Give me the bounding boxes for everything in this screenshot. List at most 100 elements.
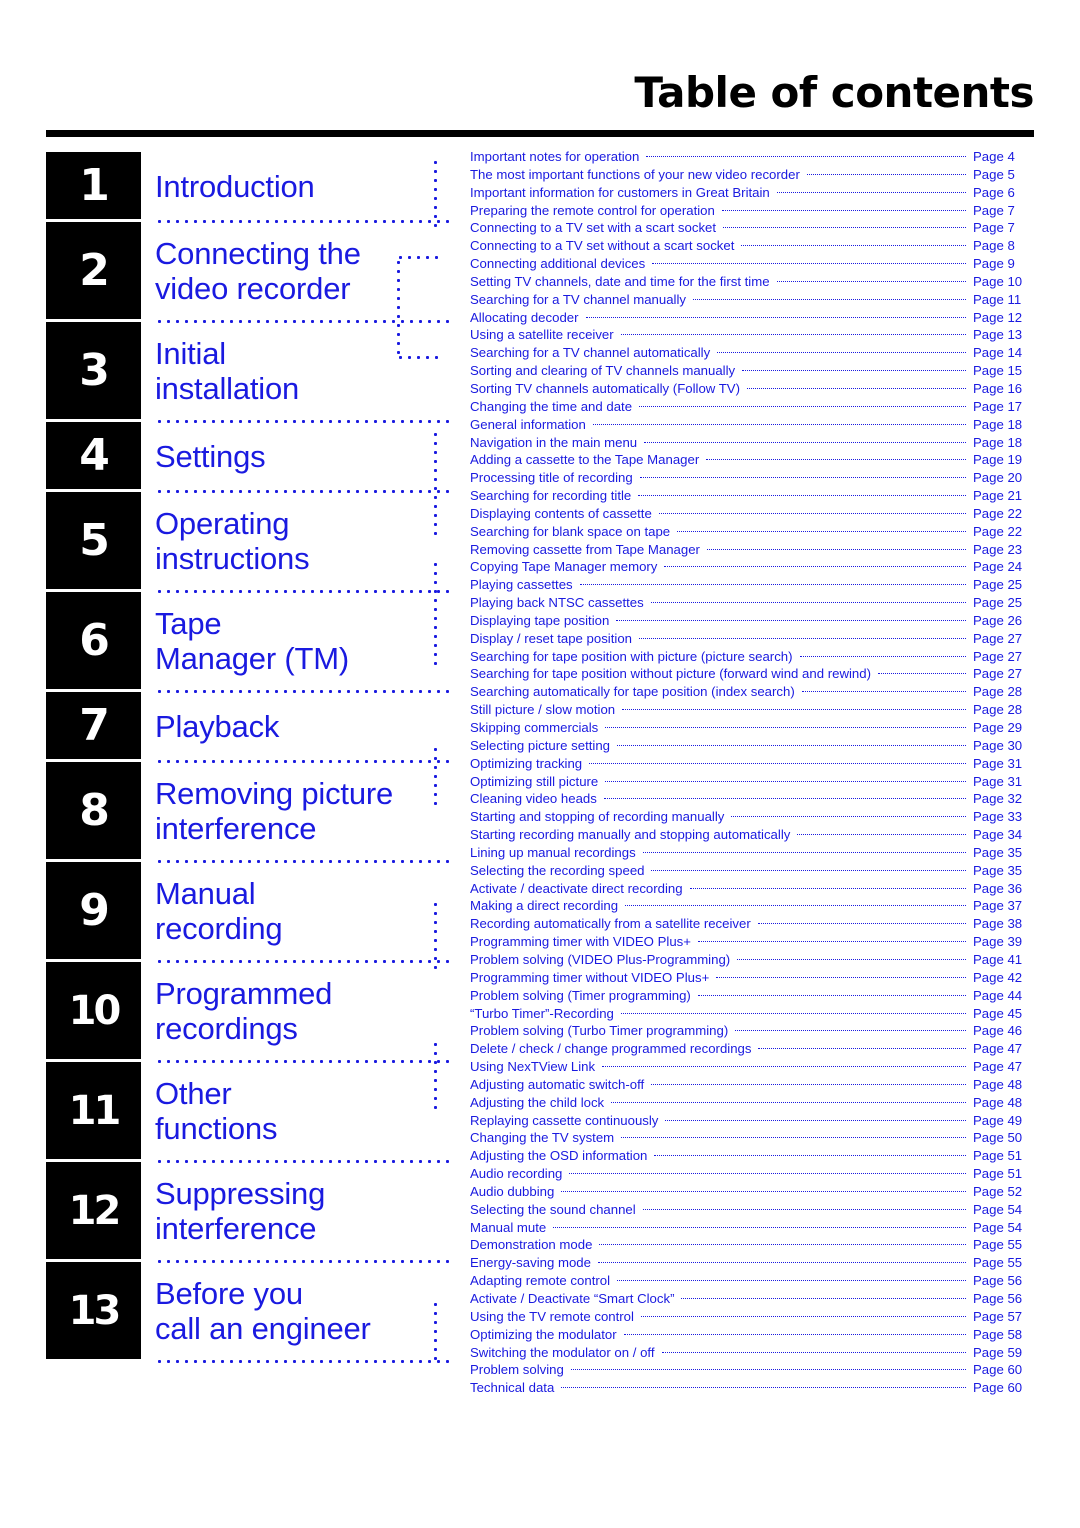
toc-entry[interactable]: Problem solving (Turbo Timer programming… bbox=[470, 1022, 1035, 1040]
toc-entry[interactable]: Using the TV remote control Page 57 bbox=[470, 1308, 1035, 1326]
chapter-item-3[interactable]: 3 Initial installation bbox=[46, 322, 455, 424]
toc-entry[interactable]: Using a satellite receiver Page 13 bbox=[470, 326, 1035, 344]
toc-entry[interactable]: Searching for a TV channel manually Page … bbox=[470, 291, 1035, 309]
toc-entry[interactable]: Energy-saving mode Page 55 bbox=[470, 1254, 1035, 1272]
toc-entry[interactable]: General information Page 18 bbox=[470, 416, 1035, 434]
toc-entry[interactable]: Problem solving Page 60 bbox=[470, 1361, 1035, 1379]
toc-dot-leader bbox=[650, 602, 966, 604]
toc-entry[interactable]: Cleaning video heads Page 32 bbox=[470, 790, 1035, 808]
toc-entry[interactable]: Copying Tape Manager memory Page 24 bbox=[470, 558, 1035, 576]
chapter-item-4[interactable]: 4 Settings bbox=[46, 422, 455, 494]
toc-entry-label: Displaying contents of cassette bbox=[470, 505, 652, 521]
toc-entry[interactable]: Recording automatically from a satellite… bbox=[470, 915, 1035, 933]
toc-entry[interactable]: Important information for customers in G… bbox=[470, 184, 1035, 202]
toc-entry[interactable]: Displaying contents of cassette Page 22 bbox=[470, 505, 1035, 523]
toc-entry[interactable]: Adjusting the OSD information Page 51 bbox=[470, 1147, 1035, 1165]
toc-entry[interactable]: Sorting and clearing of TV channels manu… bbox=[470, 362, 1035, 380]
toc-entry[interactable]: Activate / deactivate direct recording Pa… bbox=[470, 880, 1035, 898]
toc-entry[interactable]: Adding a cassette to the Tape Manager Pag… bbox=[470, 451, 1035, 469]
toc-entry[interactable]: Connecting additional devices Page 9 bbox=[470, 255, 1035, 273]
chapter-title-line: Manual bbox=[155, 876, 256, 912]
toc-entry[interactable]: Optimizing tracking Page 31 bbox=[470, 755, 1035, 773]
toc-entry[interactable]: Starting and stopping of recording manua… bbox=[470, 808, 1035, 826]
toc-entry[interactable]: Selecting the recording speed Page 35 bbox=[470, 862, 1035, 880]
toc-entry[interactable]: Searching automatically for tape positio… bbox=[470, 683, 1035, 701]
toc-entry[interactable]: Making a direct recording Page 37 bbox=[470, 897, 1035, 915]
toc-page-number: Page 56 bbox=[973, 1273, 1023, 1289]
toc-entry[interactable]: Processing title of recording Page 20 bbox=[470, 469, 1035, 487]
toc-entry[interactable]: Removing cassette from Tape Manager Page … bbox=[470, 541, 1035, 559]
chapter-title-line: Before you bbox=[155, 1276, 303, 1312]
toc-entry[interactable]: Searching for a TV channel automatically… bbox=[470, 344, 1035, 362]
toc-entry-label: Displaying tape position bbox=[470, 612, 610, 628]
toc-entry[interactable]: Programming timer without VIDEO Plus+ Pag… bbox=[470, 969, 1035, 987]
chapter-item-13[interactable]: 13 Before you call an engineer bbox=[46, 1262, 455, 1364]
toc-page-number: Page 56 bbox=[973, 1291, 1023, 1306]
toc-entry[interactable]: Replaying cassette continuously Page 49 bbox=[470, 1112, 1035, 1130]
toc-entry[interactable]: Playing cassettes Page 25 bbox=[470, 576, 1035, 594]
toc-entry[interactable]: Navigation in the main menu Page 18 bbox=[470, 434, 1035, 452]
toc-page-number: Page 27 bbox=[973, 666, 1023, 682]
toc-dot-leader bbox=[569, 1173, 966, 1175]
toc-entry[interactable]: Display / reset tape position Page 27 bbox=[470, 630, 1035, 648]
toc-entry[interactable]: Displaying tape position Page 26 bbox=[470, 612, 1035, 630]
toc-entry[interactable]: Lining up manual recordings Page 35 bbox=[470, 844, 1035, 862]
toc-entry[interactable]: Switching the modulator on / off Page 59 bbox=[470, 1344, 1035, 1362]
chapter-item-10[interactable]: 10 Programmed recordings bbox=[46, 962, 455, 1064]
toc-entry[interactable]: Starting recording manually and stopping… bbox=[470, 826, 1035, 844]
toc-entry[interactable]: Delete / check / change programmed recor… bbox=[470, 1040, 1035, 1058]
toc-entry-label: Searching for tape position without pict… bbox=[470, 666, 871, 682]
toc-entry[interactable]: Allocating decoder Page 12 bbox=[470, 309, 1035, 327]
chapter-item-6[interactable]: 6 Tape Manager (TM) bbox=[46, 592, 455, 694]
toc-entry[interactable]: Optimizing the modulator Page 58 bbox=[470, 1326, 1035, 1344]
chapter-item-9[interactable]: 9 Manual recording bbox=[46, 862, 455, 964]
toc-entry[interactable]: Adjusting the child lock Page 48 bbox=[470, 1094, 1035, 1112]
toc-entry[interactable]: Problem solving (Timer programming) Page … bbox=[470, 987, 1035, 1005]
toc-entry[interactable]: Problem solving (VIDEO Plus-Programming)… bbox=[470, 951, 1035, 969]
toc-entry[interactable]: Still picture / slow motion Page 28 bbox=[470, 701, 1035, 719]
toc-entry[interactable]: Changing the TV system Page 50 bbox=[470, 1129, 1035, 1147]
toc-entry[interactable]: Searching for blank space on tape Page 22 bbox=[470, 523, 1035, 541]
toc-entry[interactable]: Technical data Page 60 bbox=[470, 1379, 1035, 1397]
chapter-item-7[interactable]: 7 Playback bbox=[46, 692, 455, 764]
connector-bar bbox=[433, 430, 438, 535]
chapter-item-11[interactable]: 11 Other functions bbox=[46, 1062, 455, 1164]
toc-entry[interactable]: Searching for recording title Page 21 bbox=[470, 487, 1035, 505]
toc-entry[interactable]: Important notes for operation Page 4 bbox=[470, 148, 1035, 166]
chapter-item-5[interactable]: 5 Operating instructions bbox=[46, 492, 455, 594]
toc-entry[interactable]: Optimizing still picture Page 31 bbox=[470, 773, 1035, 791]
toc-entry[interactable]: Adapting remote control Page 56 bbox=[470, 1272, 1035, 1290]
chapter-item-12[interactable]: 12 Suppressing interference bbox=[46, 1162, 455, 1264]
toc-entry[interactable]: The most important functions of your new… bbox=[470, 166, 1035, 184]
toc-dot-leader bbox=[646, 156, 966, 157]
toc-entry-label: Searching automatically for tape positio… bbox=[470, 684, 795, 700]
toc-entry[interactable]: Selecting the sound channel Page 54 bbox=[470, 1201, 1035, 1219]
toc-page-number: Page 49 bbox=[973, 1112, 1023, 1128]
toc-entry[interactable]: Audio dubbing Page 52 bbox=[470, 1183, 1035, 1201]
toc-entry[interactable]: Connecting to a TV set with a scart sock… bbox=[470, 219, 1035, 237]
toc-entry[interactable]: Adjusting automatic switch-off Page 48 bbox=[470, 1076, 1035, 1094]
toc-entry[interactable]: Skipping commercials Page 29 bbox=[470, 719, 1035, 737]
toc-entry[interactable]: Changing the time and date Page 17 bbox=[470, 398, 1035, 416]
chapter-item-2[interactable]: 2 Connecting the video recorder bbox=[46, 222, 455, 324]
toc-entry[interactable]: Playing back NTSC cassettes Page 25 bbox=[470, 594, 1035, 612]
toc-entry[interactable]: Setting TV channels, date and time for t… bbox=[470, 273, 1035, 291]
toc-entry[interactable]: “Turbo Timer”-Recording Page 45 bbox=[470, 1005, 1035, 1023]
toc-entry[interactable]: Searching for tape position without pict… bbox=[470, 665, 1035, 683]
toc-dot-leader bbox=[877, 673, 966, 675]
toc-entry[interactable]: Selecting picture setting Page 30 bbox=[470, 737, 1035, 755]
toc-entry[interactable]: Connecting to a TV set without a scart s… bbox=[470, 237, 1035, 255]
toc-entry[interactable]: Sorting TV channels automatically (Follo… bbox=[470, 380, 1035, 398]
toc-entry[interactable]: Manual mute Page 54 bbox=[470, 1219, 1035, 1237]
toc-entry[interactable]: Activate / Deactivate “Smart Clock” Page … bbox=[470, 1290, 1035, 1308]
chapter-item-8[interactable]: 8 Removing picture interference bbox=[46, 762, 455, 864]
toc-dot-leader bbox=[622, 709, 966, 711]
toc-entry[interactable]: Demonstration mode Page 55 bbox=[470, 1236, 1035, 1254]
toc-entry[interactable]: Audio recording Page 51 bbox=[470, 1165, 1035, 1183]
toc-dot-leader bbox=[806, 173, 966, 175]
toc-entry[interactable]: Preparing the remote control for operati… bbox=[470, 202, 1035, 220]
chapter-item-1[interactable]: 1 Introduction bbox=[46, 152, 455, 224]
toc-entry[interactable]: Searching for tape position with picture… bbox=[470, 648, 1035, 666]
toc-entry[interactable]: Using NexTView Link Page 47 bbox=[470, 1058, 1035, 1076]
toc-entry[interactable]: Programming timer with VIDEO Plus+ Page 3… bbox=[470, 933, 1035, 951]
